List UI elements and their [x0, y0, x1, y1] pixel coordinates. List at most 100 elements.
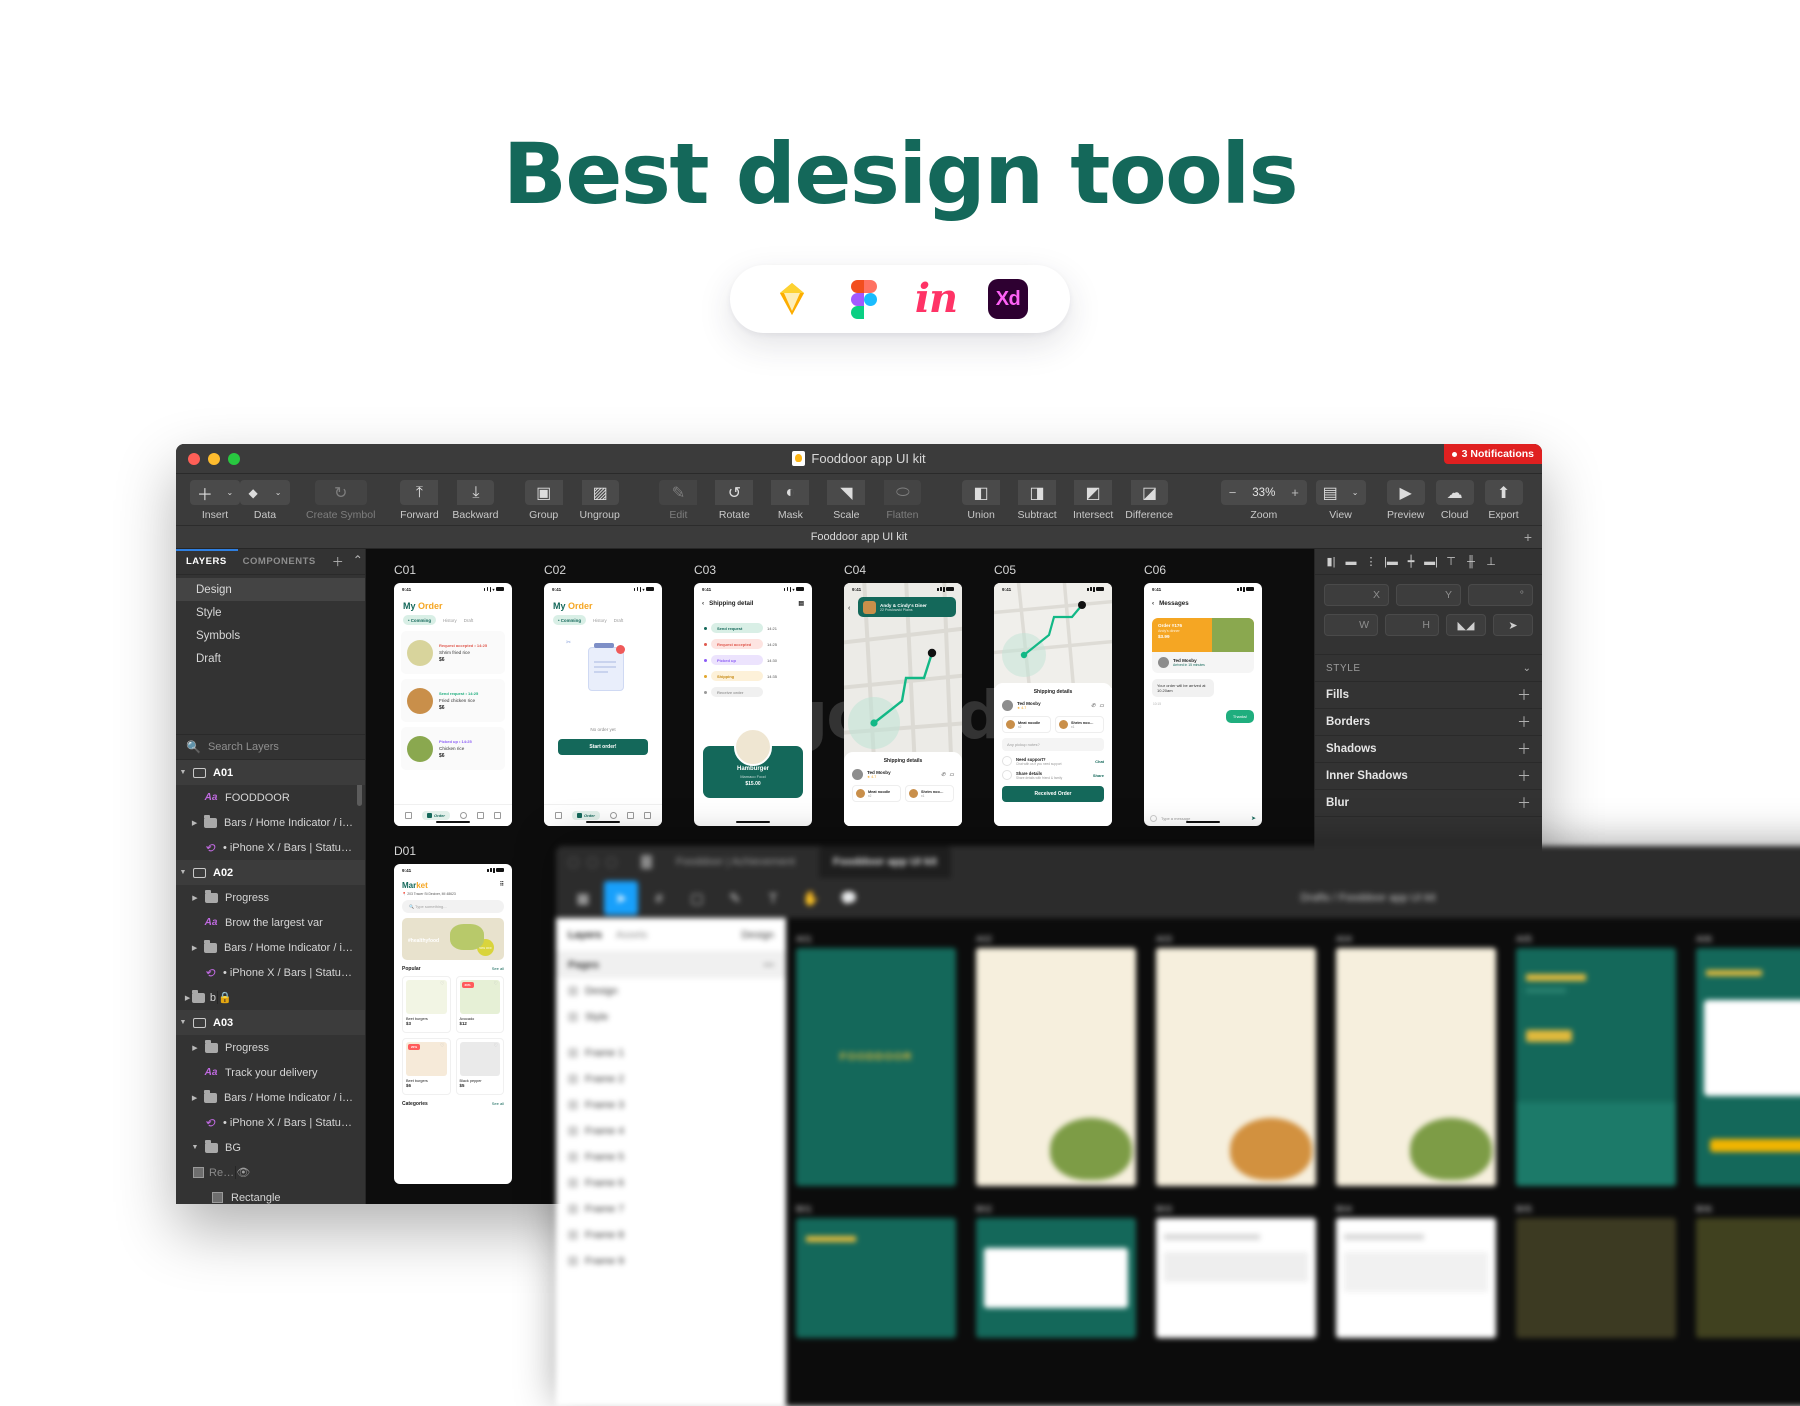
- received-order-button[interactable]: Received Order: [1002, 786, 1104, 802]
- layer-row[interactable]: ▶ Progress: [176, 885, 365, 910]
- move-tool-icon[interactable]: ➤: [604, 881, 638, 915]
- see-all-link[interactable]: See all: [492, 966, 504, 972]
- height-field[interactable]: H: [1385, 614, 1439, 636]
- search-layers-row[interactable]: 🔍 Search Layers: [176, 734, 365, 760]
- layer-row[interactable]: ▶ Progress: [176, 1035, 365, 1060]
- align-center-h-icon[interactable]: ▬: [1343, 554, 1359, 570]
- toolbar-union[interactable]: ◧ Union: [953, 480, 1009, 521]
- figma-frame[interactable]: A01 FOODDOOR: [796, 934, 956, 1186]
- profile-icon[interactable]: [494, 812, 501, 819]
- figma-page-row[interactable]: Style: [556, 1004, 786, 1030]
- order-item[interactable]: Picked up • 14:25 Chicken rice $6: [401, 727, 505, 770]
- figma-frame[interactable]: B02: [976, 1204, 1136, 1338]
- toolbar-preview[interactable]: ▶ Preview: [1381, 480, 1430, 521]
- text-tool-icon[interactable]: T: [756, 881, 790, 915]
- layer-row[interactable]: ⟲ • iPhone X / Bars | Status /…: [176, 960, 365, 985]
- figma-tab-layers[interactable]: Layers: [568, 929, 602, 941]
- screen-map-tracking[interactable]: 9:41 ‹ Andy & Cindy's Diner 22 Powlowski…: [844, 583, 962, 826]
- invision-icon[interactable]: in: [915, 278, 957, 320]
- x-field[interactable]: X: [1324, 584, 1389, 606]
- align-center-v-icon[interactable]: ╫: [1463, 554, 1479, 570]
- y-field[interactable]: Y: [1396, 584, 1461, 606]
- align-bottom-h-icon[interactable]: ▬|: [1423, 554, 1439, 570]
- toolbar-difference[interactable]: ◪ Difference: [1121, 480, 1177, 521]
- share-row[interactable]: Share details Share details with friend …: [1002, 770, 1104, 780]
- figma-frame[interactable]: B04: [1336, 1204, 1496, 1338]
- style-row-blur[interactable]: Blur ＋: [1315, 790, 1542, 817]
- figma-frame[interactable]: B03: [1156, 1204, 1316, 1338]
- toolbar-backward[interactable]: ⤓ Backward: [447, 480, 503, 521]
- order-item[interactable]: Shrim noo…x1: [1055, 716, 1104, 733]
- toolbar-intersect[interactable]: ◩ Intersect: [1065, 480, 1121, 521]
- figma-page-row[interactable]: Design: [556, 978, 786, 1004]
- back-icon[interactable]: ‹: [702, 600, 704, 607]
- figma-menu-icon[interactable]: [641, 855, 652, 869]
- promo-banner[interactable]: #healthyfood 50% OFF: [402, 918, 504, 960]
- start-order-button[interactable]: Start order!: [558, 739, 648, 755]
- add-page-icon[interactable]: ＋: [332, 553, 344, 570]
- flip-horizontal-icon[interactable]: ◣◢: [1446, 614, 1486, 636]
- toolbar-rotate[interactable]: ↺ Rotate: [706, 480, 762, 521]
- shape-tool-icon[interactable]: ▢: [680, 881, 714, 915]
- tab-draft[interactable]: Draft: [464, 618, 474, 623]
- layer-row[interactable]: ▼ BG: [176, 1135, 365, 1160]
- layer-row[interactable]: Aa Track your delivery: [176, 1060, 365, 1085]
- page-item-style[interactable]: Style: [176, 601, 365, 624]
- figma-menu-button[interactable]: ▦: [566, 881, 600, 915]
- page-item-draft[interactable]: Draft: [176, 647, 365, 670]
- figma-layer-row[interactable]: Frame 2: [556, 1066, 786, 1092]
- artboard-c03[interactable]: C03 9:41 ▾ ‹ Shipping detail ▤: [694, 563, 812, 826]
- heart-icon[interactable]: [610, 812, 617, 819]
- figma-frame[interactable]: B06: [1696, 1204, 1800, 1338]
- style-section-header[interactable]: STYLE ⌄: [1315, 654, 1542, 682]
- layer-row[interactable]: ▼ A01: [176, 760, 365, 785]
- back-icon[interactable]: ‹: [1152, 600, 1154, 607]
- figma-tab-recent[interactable]: Fooddoor | Achievement: [662, 856, 809, 868]
- new-tab-button[interactable]: +: [1524, 529, 1532, 545]
- figma-breadcrumb[interactable]: Drafts / Fooddoor app UI kit: [1300, 892, 1435, 904]
- layer-row[interactable]: Rectangle: [176, 1185, 365, 1204]
- driver-row[interactable]: Ted Mosby ★ 4.7 ✆▭: [852, 769, 954, 780]
- product-card[interactable]: 20% ♡ Avocado $12: [456, 976, 505, 1033]
- grid-icon[interactable]: ⠿: [500, 881, 504, 888]
- order-item[interactable]: Request accepted • 14:25 Shrim fried ric…: [401, 631, 505, 674]
- toolbar-export[interactable]: ⬆ Export: [1479, 480, 1528, 521]
- figma-tab-assets[interactable]: Assets: [616, 929, 648, 941]
- hand-tool-icon[interactable]: ✋: [794, 881, 828, 915]
- tab-comming[interactable]: • Comming: [403, 615, 436, 625]
- figma-layer-row[interactable]: Frame 8: [556, 1222, 786, 1248]
- layer-row[interactable]: ▶ Bars / Home Indicator / iP…: [176, 935, 365, 960]
- figma-frame[interactable]: A06: [1696, 934, 1800, 1186]
- order-tabs[interactable]: • Comming History Draft: [544, 615, 662, 631]
- tab-draft[interactable]: Draft: [614, 618, 624, 623]
- add-border-icon[interactable]: ＋: [1517, 712, 1531, 732]
- align-middle-icon[interactable]: ┿: [1403, 554, 1419, 570]
- toolbar-data[interactable]: ◆⌄ Data: [240, 480, 290, 521]
- rotation-field[interactable]: °: [1468, 584, 1533, 606]
- figma-frame[interactable]: A04: [1336, 934, 1496, 1186]
- order-item[interactable]: Shrim noo…x1: [905, 785, 954, 802]
- disclosure-triangle-icon[interactable]: ▼: [176, 769, 190, 776]
- style-row-shadows[interactable]: Shadows ＋: [1315, 736, 1542, 763]
- tab-history[interactable]: History: [443, 618, 457, 623]
- order-item[interactable]: Meat noodlex2: [852, 785, 901, 802]
- align-top-icon[interactable]: ⊤: [1443, 554, 1459, 570]
- order-item[interactable]: Send request • 14:25 Fried chicken rice …: [401, 679, 505, 722]
- heart-icon[interactable]: [460, 812, 467, 819]
- screen-messages[interactable]: 9:41 ‹ Messages Order #176 Andy's d: [1144, 583, 1262, 826]
- toolbar-flatten[interactable]: ⬭ Flatten: [874, 480, 930, 521]
- figma-layer-row[interactable]: Frame 5: [556, 1144, 786, 1170]
- order-card[interactable]: Order #176 Andy's dinner $3.99 Ted Mosby…: [1152, 618, 1254, 673]
- figma-frame[interactable]: A02: [976, 934, 1136, 1186]
- order-item[interactable]: Meat noodlex2: [1002, 716, 1051, 733]
- figma-tab-design[interactable]: Design: [741, 929, 774, 941]
- adobe-xd-icon[interactable]: Xd: [987, 278, 1029, 320]
- store-banner[interactable]: Andy & Cindy's Diner 22 Powlowski Plains: [858, 597, 956, 617]
- share-link[interactable]: Share: [1093, 773, 1104, 778]
- pickup-notes-input[interactable]: Any pickup notes?: [1002, 738, 1104, 751]
- chevron-up-icon[interactable]: ⌃: [353, 553, 363, 570]
- figma-frame[interactable]: B01: [796, 1204, 956, 1338]
- figma-layer-row[interactable]: Frame 9: [556, 1248, 786, 1274]
- page-item-symbols[interactable]: Symbols: [176, 624, 365, 647]
- figma-page-menu-icon[interactable]: ⋯: [764, 959, 775, 971]
